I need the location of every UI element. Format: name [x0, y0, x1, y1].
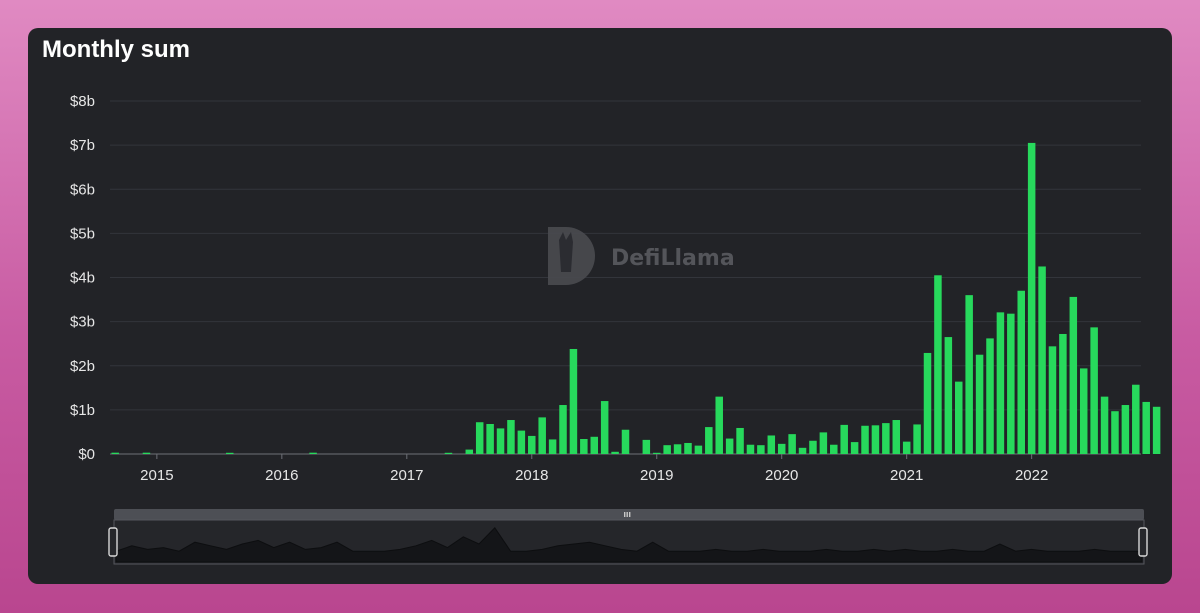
chart-card: Monthly sum DefiLlama $0 $1b $2b $3b $4b $5b $… [28, 28, 1172, 584]
bar-2021-07[interactable] [965, 295, 973, 454]
defillama-watermark: DefiLlama [548, 227, 735, 285]
bar-undefined[interactable] [1142, 401, 1150, 454]
bar-2020-09[interactable] [861, 425, 869, 454]
bar-2022-05[interactable] [1069, 296, 1078, 454]
bar-2021-12[interactable] [1017, 290, 1025, 454]
y-tick-label: $6b [70, 181, 95, 198]
bar-2021-01[interactable] [902, 441, 911, 454]
y-tick-label: $7b [70, 137, 95, 154]
slider-right-handle[interactable] [1138, 527, 1148, 557]
y-tick-label: $4b [70, 270, 95, 287]
x-axis: 2015 2016 2017 2018 2019 2020 2021 2022 [140, 454, 1048, 484]
bar-2021-06[interactable] [955, 381, 963, 454]
x-tick-label: 2022 [1015, 467, 1048, 484]
bar-2019-02[interactable] [663, 445, 671, 454]
slider-left-handle[interactable] [108, 527, 118, 557]
bar-2018-06[interactable] [580, 439, 588, 454]
bar-2022-07[interactable] [1090, 327, 1098, 454]
x-tick-label: 2020 [765, 467, 798, 484]
x-tick-label: 2017 [390, 467, 423, 484]
bar-2022-11[interactable] [1132, 384, 1140, 454]
bar-2021-05[interactable] [944, 337, 953, 454]
bar-2022-08[interactable] [1100, 396, 1109, 454]
bar-2017-07[interactable] [465, 449, 474, 454]
bar-2022-02[interactable] [1038, 266, 1046, 454]
bar-2018-09[interactable] [611, 451, 619, 454]
bar-2020-08[interactable] [850, 442, 859, 454]
bar-2017-11[interactable] [507, 420, 515, 454]
bar-2022-10[interactable] [1121, 405, 1130, 454]
watermark-text: DefiLlama [611, 246, 735, 271]
bar-2021-03[interactable] [923, 352, 932, 454]
bar-2018-02[interactable] [538, 417, 546, 454]
bar-2022-03[interactable] [1048, 346, 1057, 454]
x-tick-label: 2021 [890, 467, 923, 484]
bar-2021-02[interactable] [913, 424, 921, 454]
x-tick-label: 2019 [640, 467, 673, 484]
zoom-slider[interactable] [108, 509, 1148, 565]
bar-2020-05[interactable] [819, 432, 828, 454]
slider-grip-icon [624, 512, 631, 517]
bar-chart: DefiLlama $0 $1b $2b $3b $4b $5b $6b $7b $8b 201… [70, 93, 1161, 565]
bar-2019-06[interactable] [705, 427, 713, 454]
bar-2018-04[interactable] [559, 405, 567, 454]
bar-2021-08[interactable] [975, 354, 984, 454]
bar-2019-04[interactable] [684, 442, 692, 454]
bar-2018-10[interactable] [621, 429, 630, 454]
x-tick-label: 2016 [265, 467, 298, 484]
y-tick-label: $8b [70, 93, 95, 110]
bar-2020-04[interactable] [809, 440, 817, 454]
y-axis: $0 $1b $2b $3b $4b $5b $6b $7b $8b [70, 93, 95, 463]
bar-2021-11[interactable] [1007, 313, 1015, 454]
bar-2022-09[interactable] [1111, 411, 1119, 454]
bar-2018-08[interactable] [600, 401, 609, 454]
bar-2017-08[interactable] [475, 422, 484, 454]
y-tick-label: $1b [70, 402, 95, 419]
bar-2019-01[interactable] [652, 452, 661, 454]
bar-2020-12[interactable] [892, 420, 901, 454]
bar-2021-10[interactable] [996, 312, 1005, 454]
y-tick-label: $0 [78, 446, 95, 463]
bar-2017-05[interactable] [444, 452, 453, 454]
bar-2020-03[interactable] [798, 447, 807, 454]
bar-2022-04[interactable] [1059, 333, 1067, 454]
y-tick-label: $3b [70, 314, 95, 331]
bar-2018-05[interactable] [569, 348, 578, 454]
bar-2014-09[interactable] [111, 452, 119, 454]
bar-undefined[interactable] [1152, 406, 1161, 454]
y-tick-label: $2b [70, 358, 95, 375]
bar-2015-08[interactable] [226, 452, 234, 454]
bar-2017-10[interactable] [496, 428, 505, 454]
y-tick-label: $5b [70, 225, 95, 242]
bar-2019-12[interactable] [767, 435, 776, 454]
bar-2019-08[interactable] [725, 438, 734, 454]
x-tick-label: 2018 [515, 467, 548, 484]
bar-2019-11[interactable] [757, 445, 765, 454]
bar-2018-07[interactable] [590, 436, 599, 454]
bar-2020-06[interactable] [830, 444, 838, 454]
bar-2018-03[interactable] [548, 439, 557, 454]
bar-2017-09[interactable] [486, 424, 494, 454]
bar-2020-07[interactable] [840, 424, 848, 454]
bar-2018-12[interactable] [642, 439, 651, 454]
bar-2014-12[interactable] [142, 452, 151, 454]
bar-2022-01[interactable] [1027, 142, 1036, 455]
bar-2022-06[interactable] [1079, 368, 1088, 454]
bar-2019-09[interactable] [736, 427, 744, 454]
bar-2020-10[interactable] [871, 425, 880, 454]
bar-2021-09[interactable] [986, 338, 994, 454]
bar-2020-02[interactable] [788, 434, 796, 454]
bar-2020-11[interactable] [882, 423, 890, 454]
bar-2019-07[interactable] [715, 396, 723, 454]
bar-2021-04[interactable] [934, 275, 942, 454]
x-tick-label: 2015 [140, 467, 173, 484]
bar-2017-12[interactable] [517, 430, 526, 454]
bar-2019-03[interactable] [673, 444, 682, 454]
bar-2018-01[interactable] [528, 435, 536, 454]
bar-2020-01[interactable] [777, 443, 786, 454]
bar-2019-10[interactable] [746, 444, 755, 454]
bar-2016-04[interactable] [309, 452, 317, 454]
bar-2019-05[interactable] [694, 445, 703, 454]
